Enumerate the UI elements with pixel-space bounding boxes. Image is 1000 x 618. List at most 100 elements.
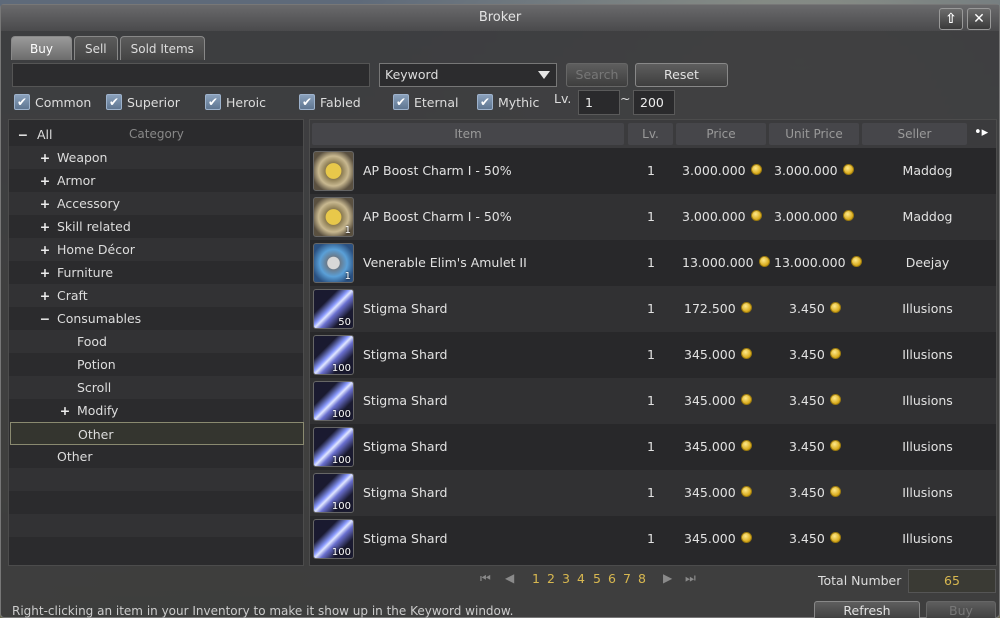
close-button[interactable]: ✕ — [967, 8, 991, 30]
search-button[interactable]: Search — [566, 63, 628, 87]
filter-common[interactable]: ✔ Common — [14, 92, 91, 112]
item-name: Stigma Shard — [363, 301, 448, 316]
item-name: AP Boost Charm I - 50% — [363, 163, 512, 178]
category-weapon[interactable]: + Weapon — [9, 146, 303, 169]
item-price: 345.000 — [684, 516, 752, 562]
plus-icon[interactable]: + — [39, 192, 51, 215]
item-price: 13.000.000 — [682, 240, 770, 286]
column-item[interactable]: Item — [312, 123, 624, 145]
coin-icon — [740, 394, 752, 405]
tab-sell[interactable]: Sell — [73, 36, 118, 60]
page-link[interactable]: 1 — [532, 571, 540, 586]
filter-mythic[interactable]: ✔ Mythic — [477, 92, 539, 112]
table-row[interactable]: 100 Stigma Shard 1 345.000 3.450 Illusio… — [310, 424, 996, 470]
minus-icon[interactable]: − — [39, 307, 51, 330]
page-link[interactable]: 5 — [593, 571, 601, 586]
item-name: Stigma Shard — [363, 347, 448, 362]
page-link[interactable]: 3 — [562, 571, 570, 586]
checkbox-checked-icon: ✔ — [205, 94, 221, 110]
plus-icon[interactable]: + — [39, 215, 51, 238]
item-name: Venerable Elim's Amulet II — [363, 255, 527, 270]
plus-icon[interactable]: + — [59, 399, 71, 422]
filter-heroic[interactable]: ✔ Heroic — [205, 92, 266, 112]
page-link[interactable]: 2 — [547, 571, 555, 586]
plus-icon[interactable]: + — [39, 238, 51, 261]
item-name: Stigma Shard — [363, 439, 448, 454]
table-row[interactable]: 1 Venerable Elim's Amulet II 1 13.000.00… — [310, 240, 996, 286]
column-level[interactable]: Lv. — [628, 123, 673, 145]
category-modify[interactable]: + Modify — [9, 399, 303, 422]
category-consumables[interactable]: − Consumables — [9, 307, 303, 330]
category-armor[interactable]: + Armor — [9, 169, 303, 192]
item-seller: Illusions — [902, 347, 953, 362]
category-other[interactable]: Other — [9, 445, 303, 468]
category-empty-row — [9, 468, 303, 491]
item-price: 3.000.000 — [682, 194, 762, 240]
reset-button[interactable]: Reset — [635, 63, 728, 87]
item-name: AP Boost Charm I - 50% — [363, 209, 512, 224]
plus-icon[interactable]: + — [39, 169, 51, 192]
category-label: Food — [77, 334, 107, 349]
category-furniture[interactable]: + Furniture — [9, 261, 303, 284]
scroll-right-icon[interactable]: •▸ — [974, 125, 988, 140]
column-price[interactable]: Price — [676, 123, 766, 145]
category-food[interactable]: Food — [9, 330, 303, 353]
table-row[interactable]: 100 Stigma Shard 1 345.000 3.450 Illusio… — [310, 378, 996, 424]
plus-icon[interactable]: + — [39, 284, 51, 307]
category-label: Armor — [57, 173, 96, 188]
stigma-shard-icon: 100 — [313, 427, 354, 467]
column-seller[interactable]: Seller — [862, 123, 967, 145]
table-row[interactable]: 100 Stigma Shard 1 345.000 3.450 Illusio… — [310, 470, 996, 516]
category-home-decor[interactable]: + Home Décor — [9, 238, 303, 261]
checkbox-checked-icon: ✔ — [477, 94, 493, 110]
prev-page-icon[interactable]: ◀ — [505, 571, 514, 585]
stigma-shard-icon: 100 — [313, 519, 354, 559]
item-list-header: Item Lv. Price Unit Price Seller •▸ — [310, 120, 996, 148]
category-craft[interactable]: + Craft — [9, 284, 303, 307]
table-row[interactable]: 100 Stigma Shard 1 345.000 3.450 Illusio… — [310, 332, 996, 378]
table-row[interactable]: AP Boost Charm I - 50% 1 3.000.000 3.000… — [310, 148, 996, 194]
buy-button[interactable]: Buy — [926, 601, 996, 618]
category-accessory[interactable]: + Accessory — [9, 192, 303, 215]
item-price: 3.000.000 — [682, 148, 762, 194]
item-price: 345.000 — [684, 378, 752, 424]
item-unit-price: 3.450 — [789, 286, 841, 332]
table-row[interactable]: 1 AP Boost Charm I - 50% 1 3.000.000 3.0… — [310, 194, 996, 240]
last-page-icon[interactable]: ⏭ — [685, 571, 696, 586]
refresh-button[interactable]: Refresh — [814, 601, 920, 618]
minus-icon[interactable]: − — [17, 123, 29, 146]
search-mode-select[interactable]: Keyword — [379, 63, 557, 87]
next-page-icon[interactable]: ▶ — [663, 571, 672, 585]
page-link[interactable]: 8 — [638, 571, 646, 586]
tab-sold-items[interactable]: Sold Items — [119, 36, 205, 60]
page-link[interactable]: 4 — [577, 571, 585, 586]
filter-fabled[interactable]: ✔ Fabled — [299, 92, 361, 112]
page-link[interactable]: 6 — [608, 571, 616, 586]
level-max-input[interactable]: 200 — [633, 90, 675, 115]
category-all[interactable]: − All — [9, 123, 303, 146]
page-link[interactable]: 7 — [623, 571, 631, 586]
plus-icon[interactable]: + — [39, 261, 51, 284]
column-unit-price[interactable]: Unit Price — [769, 123, 859, 145]
item-list: Item Lv. Price Unit Price Seller •▸ AP B… — [309, 119, 997, 566]
filter-superior[interactable]: ✔ Superior — [106, 92, 180, 112]
table-row[interactable]: 50 Stigma Shard 1 172.500 3.450 Illusion… — [310, 286, 996, 332]
filter-eternal[interactable]: ✔ Eternal — [393, 92, 458, 112]
category-scroll[interactable]: Scroll — [9, 376, 303, 399]
category-skill-related[interactable]: + Skill related — [9, 215, 303, 238]
coin-icon — [740, 302, 752, 313]
tab-buy[interactable]: Buy — [11, 36, 72, 60]
restore-button[interactable]: ⇧ — [939, 8, 963, 30]
coin-icon — [740, 532, 752, 543]
search-input[interactable] — [12, 63, 370, 87]
level-min-input[interactable]: 1 — [578, 90, 620, 115]
level-separator: ~ — [620, 91, 631, 106]
plus-icon[interactable]: + — [39, 146, 51, 169]
category-potion[interactable]: Potion — [9, 353, 303, 376]
category-empty-row — [9, 514, 303, 537]
stigma-shard-icon: 100 — [313, 473, 354, 513]
table-row[interactable]: 100 Stigma Shard 1 345.000 3.450 Illusio… — [310, 516, 996, 562]
window-title[interactable]: Broker — [1, 5, 999, 31]
category-consumables-other[interactable]: Other — [10, 422, 304, 445]
first-page-icon[interactable]: ⏮ — [480, 571, 491, 586]
